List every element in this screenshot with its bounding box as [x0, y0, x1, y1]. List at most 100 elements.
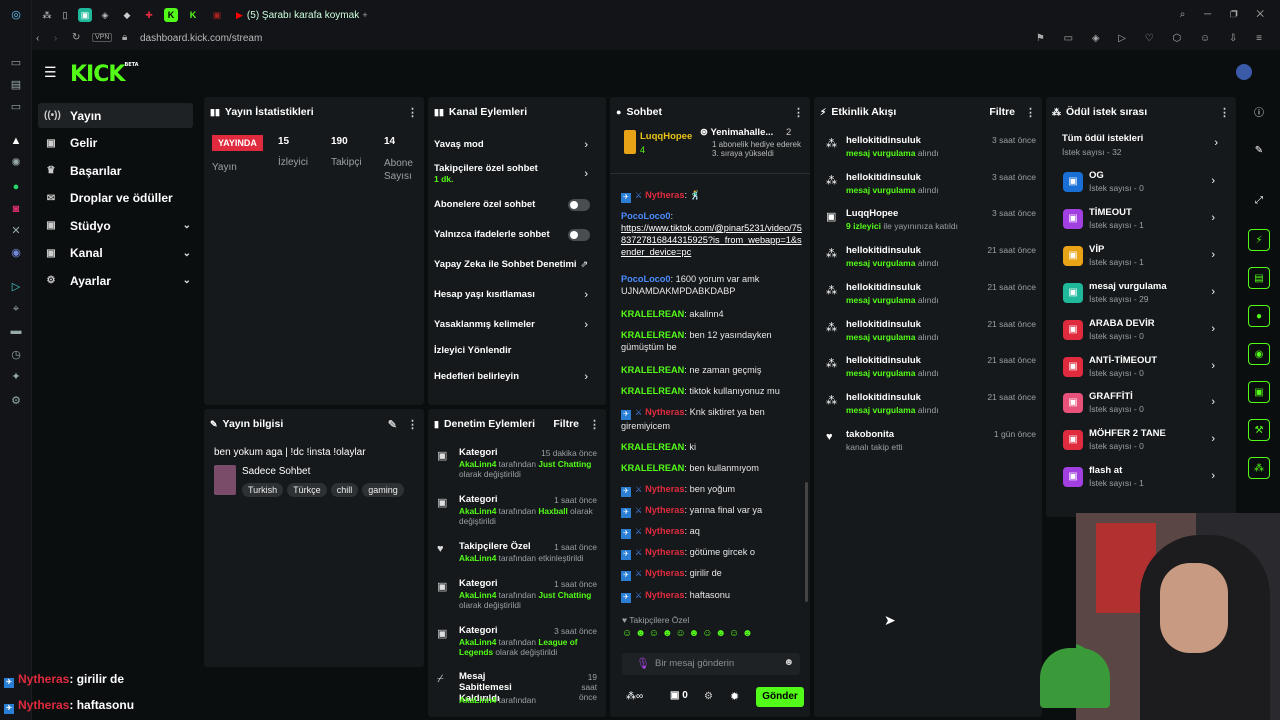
news-icon[interactable]: ▤	[9, 78, 23, 92]
kebab-icon[interactable]: ⋮	[793, 106, 804, 119]
kebab-icon[interactable]: ⋮	[407, 106, 418, 119]
points-action-icon[interactable]: ⁂	[1248, 457, 1270, 479]
tab-app-icon[interactable]: ▣	[78, 8, 92, 22]
modlog-filter-button[interactable]: Filtre	[553, 418, 579, 430]
activity-filter-button[interactable]: Filtre	[989, 106, 1015, 118]
chevron-right-icon[interactable]: ›	[1211, 360, 1215, 372]
chevron-right-icon[interactable]: ›	[1211, 212, 1215, 224]
expand-icon[interactable]: ⤢	[1248, 190, 1270, 212]
tab-shield-icon[interactable]: ◈	[98, 8, 112, 22]
x-icon[interactable]: ✕	[9, 224, 23, 238]
modlog-user[interactable]: AkaLinn4	[459, 553, 496, 563]
sidebar-item-6[interactable]: ⚙ Ayarlar ⌄	[38, 268, 193, 293]
all-rewards-label[interactable]: Tüm ödül istekleri	[1062, 133, 1143, 144]
chevron-right-icon[interactable]: ›	[1211, 323, 1215, 335]
channel-action-3[interactable]: Yalnızca ifadelerle sohbet	[434, 229, 600, 249]
extensions-icon[interactable]: ✦	[9, 370, 23, 384]
window-controls[interactable]: ⌕ ─ ❐ ✕	[1180, 9, 1272, 20]
reward-item[interactable]: ▣ ANTİ-TİMEOUT İstek sayısı - 0 ›	[1063, 355, 1223, 389]
chat-username[interactable]: KRALELREAN	[621, 386, 684, 396]
chevron-right-icon[interactable]: ›	[1211, 470, 1215, 482]
channel-action-5[interactable]: Hesap yaşı kısıtlaması ›	[434, 289, 600, 309]
reward-item[interactable]: ▣ VİP İstek sayısı - 1 ›	[1063, 244, 1223, 278]
doc-action-icon[interactable]: ▤	[1248, 267, 1270, 289]
chest-counter[interactable]: ▣ 0	[670, 690, 688, 701]
chat-username[interactable]: KRALELREAN	[621, 442, 684, 452]
points-icon[interactable]: ⁂∞	[626, 691, 643, 702]
chat-username[interactable]: Nytheras	[645, 505, 684, 515]
pen-icon[interactable]: ✎	[1248, 140, 1270, 162]
edit-icon[interactable]: ✎	[388, 418, 397, 431]
chat-username[interactable]: PocoLoco0	[621, 274, 671, 284]
chat-username[interactable]: PocoLoco0	[621, 211, 671, 221]
chat-settings-icon[interactable]: ⚙	[704, 691, 713, 702]
bolt-action-icon[interactable]: ⚡︎	[1248, 229, 1270, 251]
sidebar-item-4[interactable]: ▣ Stüdyo ⌄	[38, 213, 193, 238]
activity-user[interactable]: hellokitidinsuluk	[846, 355, 921, 366]
chevron-right-icon[interactable]: ›	[1211, 249, 1215, 261]
tag-chip[interactable]: chill	[330, 483, 359, 497]
settings-browser-icon[interactable]: ⚙	[9, 394, 23, 408]
toggle-switch[interactable]	[568, 199, 590, 211]
chevron-down-icon[interactable]: ⌄	[183, 275, 191, 286]
reload-icon[interactable]: ↻	[72, 32, 80, 43]
chevron-right-icon[interactable]: ›	[584, 139, 588, 151]
channel-action-2[interactable]: Abonelere özel sohbet	[434, 199, 600, 219]
modlog-user[interactable]: AkaLinn4	[459, 637, 496, 647]
tag-chip[interactable]: gaming	[362, 483, 404, 497]
activity-user[interactable]: hellokitidinsuluk	[846, 392, 921, 403]
reward-item[interactable]: ▣ flash at İstek sayısı - 1 ›	[1063, 465, 1223, 499]
url-text[interactable]: dashboard.kick.com/stream	[140, 33, 262, 44]
activity-user[interactable]: hellokitidinsuluk	[846, 245, 921, 256]
ai-icon[interactable]: ▲	[9, 134, 23, 148]
sidebar-item-0[interactable]: ((•)) Yayın	[38, 103, 193, 128]
chevron-down-icon[interactable]: ⌄	[183, 220, 191, 231]
kebab-icon[interactable]: ⋮	[1219, 106, 1230, 119]
menu-icon[interactable]: ☰	[44, 64, 57, 81]
whatsapp-icon[interactable]: ●	[9, 180, 23, 194]
chat-username[interactable]: Nytheras	[645, 568, 684, 578]
reward-item[interactable]: ▣ TİMEOUT İstek sayısı - 1 ›	[1063, 207, 1223, 241]
reward-item[interactable]: ▣ GRAFFİTİ İstek sayısı - 0 ›	[1063, 391, 1223, 425]
activity-user[interactable]: hellokitidinsuluk	[846, 172, 921, 183]
channel-action-4[interactable]: Yapay Zeka ile Sohbet Denetimi ⇗	[434, 259, 600, 279]
chat-username[interactable]: Nytheras	[645, 407, 684, 417]
kebab-icon[interactable]: ⋮	[1025, 106, 1036, 119]
reward-item[interactable]: ▣ OG İstek sayısı - 0 ›	[1063, 170, 1223, 204]
chevron-right-icon[interactable]: ›	[1211, 433, 1215, 445]
reward-item[interactable]: ▣ mesaj vurgulama İstek sayısı - 29 ›	[1063, 281, 1223, 315]
forward-icon[interactable]: ›	[54, 33, 57, 44]
wrench-action-icon[interactable]: ⚒	[1248, 419, 1270, 441]
chat-link[interactable]: https://www.tiktok.com/@pinar5231/video/…	[621, 223, 802, 257]
kick-logo[interactable]: KICKBETA	[70, 62, 139, 87]
chevron-right-icon[interactable]: ›	[1211, 396, 1215, 408]
inbox-icon[interactable]: ▭	[9, 100, 23, 114]
modlog-user[interactable]: AkaLinn4	[459, 459, 496, 469]
chevron-right-icon[interactable]: ›	[1211, 286, 1215, 298]
toggle-switch[interactable]	[568, 229, 590, 241]
chat-username[interactable]: KRALELREAN	[621, 365, 684, 375]
pin-icon[interactable]: ⌖	[9, 302, 23, 316]
chevron-right-icon[interactable]: ›	[584, 319, 588, 331]
sidebar-item-1[interactable]: ▣ Gelir	[38, 131, 193, 156]
browser-logo-icon[interactable]: ◎	[9, 8, 23, 22]
chat-username[interactable]: Nytheras	[645, 590, 684, 600]
chevron-right-icon[interactable]: ›	[584, 371, 588, 383]
external-link-icon[interactable]: ⇗	[580, 259, 588, 270]
tabs-icon[interactable]: ▬	[9, 324, 23, 338]
channel-action-8[interactable]: Hedefleri belirleyin ›	[434, 371, 600, 391]
modlog-user[interactable]: AkaLinn4	[459, 506, 496, 516]
vpn-badge[interactable]: VPN	[92, 33, 113, 42]
chevron-down-icon[interactable]: ⌄	[183, 248, 191, 259]
player-icon[interactable]: ▷	[9, 280, 23, 294]
chevron-right-icon[interactable]: ›	[1214, 137, 1218, 149]
tab-kick-active-icon[interactable]: K	[164, 8, 178, 22]
activity-user[interactable]: hellokitidinsuluk	[846, 319, 921, 330]
chevron-right-icon[interactable]: ›	[584, 168, 588, 180]
new-tab-icon[interactable]: +	[358, 8, 372, 22]
kebab-icon[interactable]: ⋮	[407, 418, 418, 431]
chat-input[interactable]: 🎙︎ Bir mesaj gönderin ☻	[622, 653, 800, 675]
chat-scrollbar[interactable]	[805, 482, 808, 602]
tab-diamond-icon[interactable]: ◆	[120, 8, 134, 22]
sidebar-item-2[interactable]: ♛ Başarılar	[38, 158, 193, 183]
